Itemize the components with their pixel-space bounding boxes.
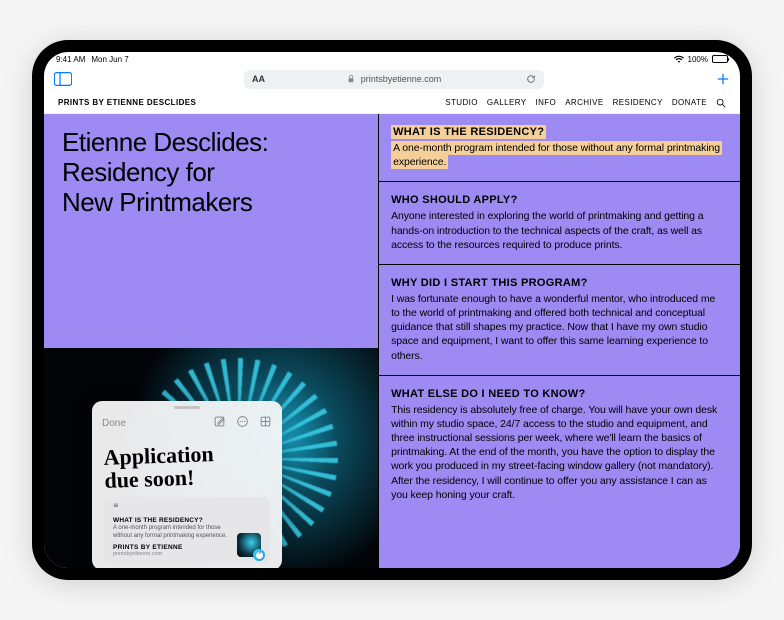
ipad-frame: 9:41 AM Mon Jun 7 100% AA printsbyetienn… [32, 40, 752, 580]
url-text: printsbyetienne.com [361, 74, 442, 84]
refresh-icon[interactable] [526, 74, 536, 84]
site-logo[interactable]: PRINTS BY ETIENNE DESCLIDES [58, 98, 196, 107]
site-header: PRINTS BY ETIENNE DESCLIDES STUDIO GALLE… [44, 92, 740, 114]
safari-toolbar: AA printsbyetienne.com [44, 66, 740, 92]
nav-studio[interactable]: STUDIO [445, 98, 478, 108]
faq-answer: Anyone interested in exploring the world… [391, 209, 726, 252]
right-column: WHAT IS THE RESIDENCY? A one-month progr… [378, 114, 740, 568]
faq-item: WHAT IS THE RESIDENCY? A one-month progr… [379, 114, 740, 182]
left-column: Etienne Desclides: Residency for New Pri… [44, 114, 378, 568]
search-icon[interactable] [716, 98, 726, 108]
faq-item: WHAT ELSE DO I NEED TO KNOW? This reside… [379, 376, 740, 514]
faq-question: WHAT IS THE RESIDENCY? [391, 125, 546, 139]
nav-info[interactable]: INFO [535, 98, 556, 108]
page-title: Etienne Desclides: Residency for New Pri… [62, 128, 360, 218]
reader-aa-icon[interactable]: AA [252, 74, 265, 84]
quote-icon: ❝ [113, 504, 230, 514]
status-bar: 9:41 AM Mon Jun 7 100% [44, 52, 740, 66]
faq-item: WHY DID I START THIS PROGRAM? I was fort… [379, 265, 740, 376]
sidebar-toggle-icon[interactable] [54, 72, 72, 86]
compose-icon[interactable] [213, 415, 226, 433]
quick-note-popup[interactable]: Done Application due soon! [92, 401, 282, 568]
battery-icon [712, 55, 728, 63]
link-thumbnail [237, 533, 261, 557]
quick-note-header: Done [92, 409, 282, 441]
status-battery-pct: 100% [688, 55, 708, 64]
new-tab-icon[interactable] [716, 72, 730, 86]
handwritten-note: Application due soon! [103, 440, 271, 492]
status-date: Mon Jun 7 [91, 55, 128, 64]
done-button[interactable]: Done [102, 418, 126, 429]
link-card[interactable]: ❝ WHAT IS THE RESIDENCY? A one-month pro… [104, 497, 270, 564]
faq-answer: I was fortunate enough to have a wonderf… [391, 292, 726, 363]
safari-badge-icon [253, 549, 265, 561]
link-title: WHAT IS THE RESIDENCY? [113, 517, 230, 524]
ipad-screen: 9:41 AM Mon Jun 7 100% AA printsbyetienn… [44, 52, 740, 568]
quick-note-body[interactable]: Application due soon! ❝ WHAT IS THE RESI… [92, 441, 282, 568]
nav-archive[interactable]: ARCHIVE [565, 98, 603, 108]
status-time: 9:41 AM [56, 55, 85, 64]
url-bar[interactable]: AA printsbyetienne.com [244, 70, 544, 89]
nav-donate[interactable]: DONATE [672, 98, 707, 108]
faq-question: WHO SHOULD APPLY? [391, 194, 726, 206]
link-desc: A one-month program intended for those w… [113, 525, 230, 540]
wifi-icon [674, 55, 684, 63]
more-icon[interactable] [236, 415, 249, 433]
faq-item: WHO SHOULD APPLY? Anyone interested in e… [379, 182, 740, 265]
link-domain: printsbyetienne.com [113, 551, 230, 557]
grid-icon[interactable] [259, 415, 272, 433]
faq-question: WHAT ELSE DO I NEED TO KNOW? [391, 388, 726, 400]
nav-residency[interactable]: RESIDENCY [613, 98, 663, 108]
faq-answer: A one-month program intended for those w… [391, 141, 722, 169]
site-nav: STUDIO GALLERY INFO ARCHIVE RESIDENCY DO… [445, 98, 726, 108]
faq-question: WHY DID I START THIS PROGRAM? [391, 277, 726, 289]
nav-gallery[interactable]: GALLERY [487, 98, 527, 108]
page-content: Etienne Desclides: Residency for New Pri… [44, 114, 740, 568]
lock-icon [347, 75, 355, 83]
link-source: PRINTS BY ETIENNE [113, 544, 230, 551]
faq-answer: This residency is absolutely free of cha… [391, 403, 726, 502]
